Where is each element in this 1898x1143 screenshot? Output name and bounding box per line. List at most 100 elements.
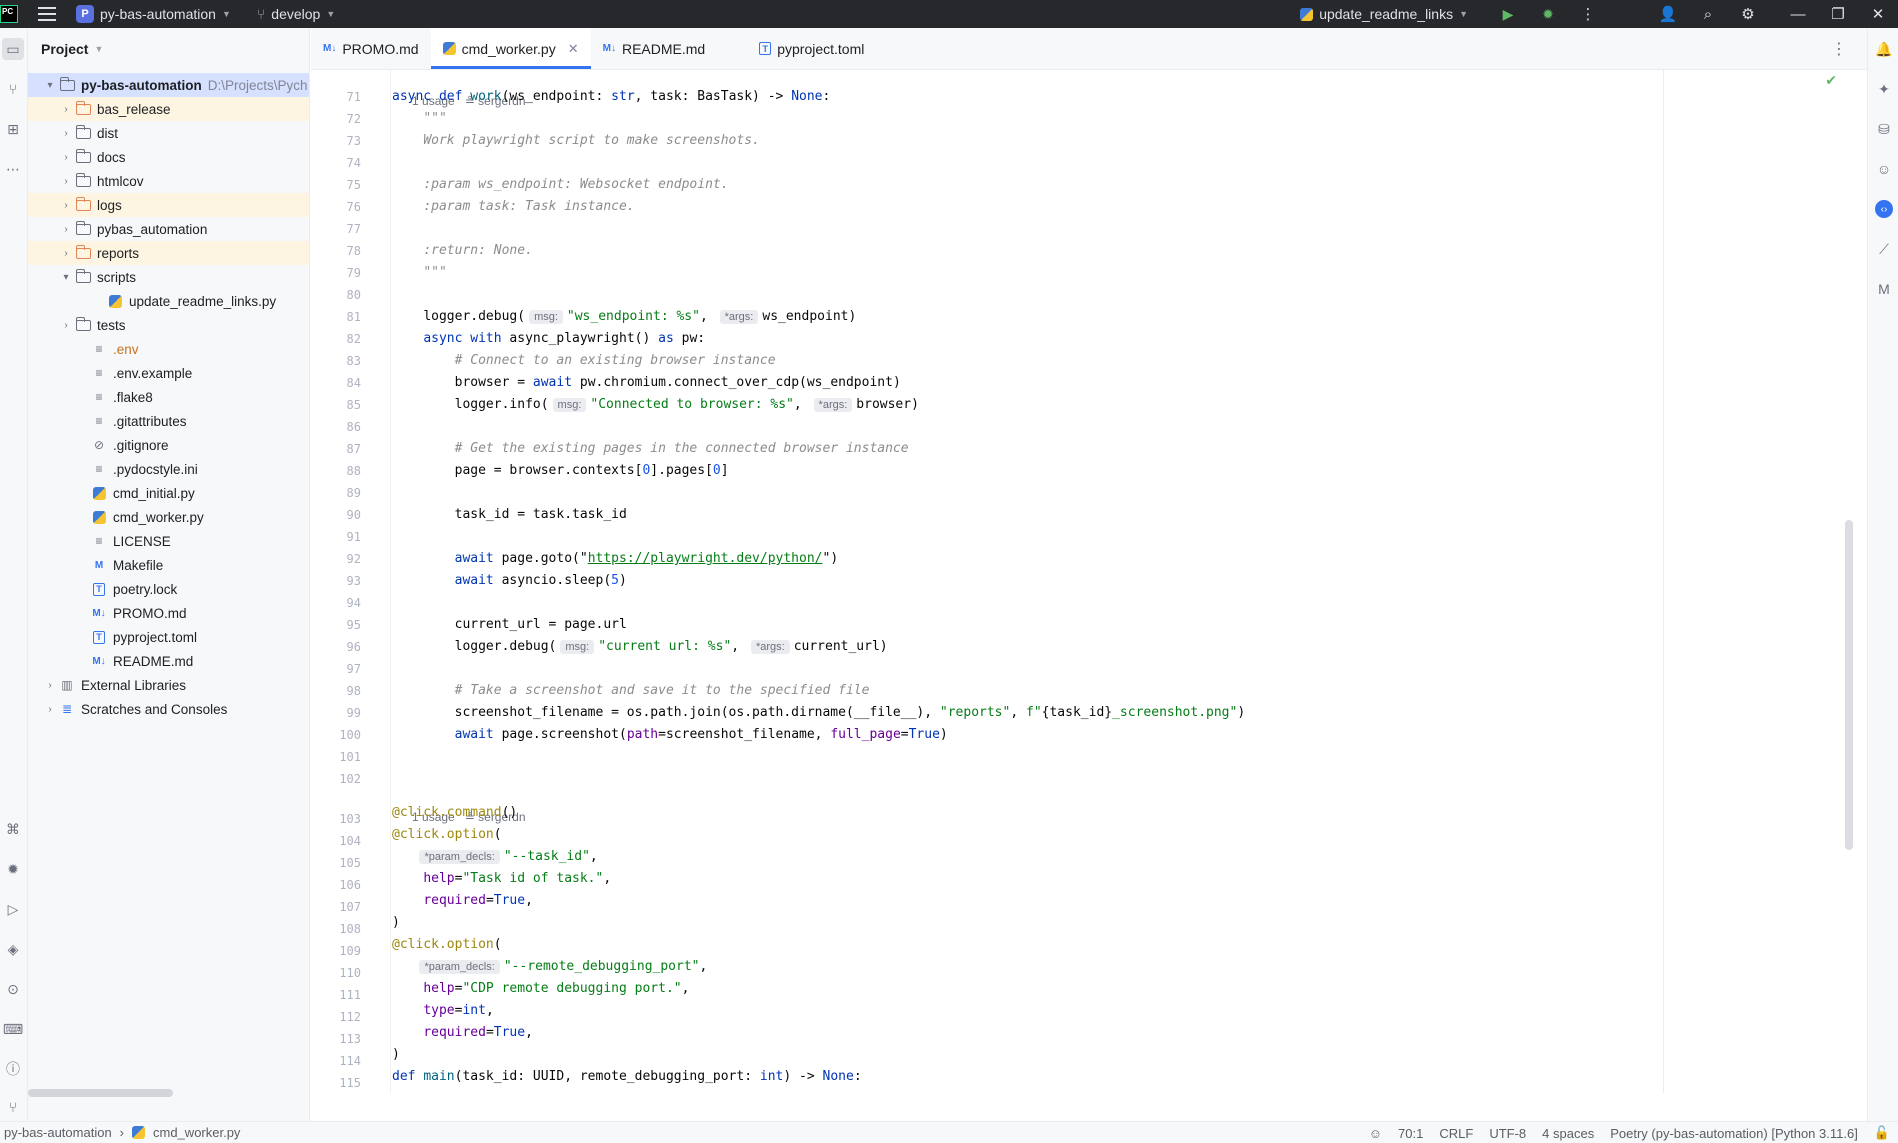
main-menu-icon[interactable] [38, 7, 56, 21]
gear-icon[interactable]: ⚙ [1728, 0, 1768, 28]
search-icon[interactable]: ⌕ [1688, 0, 1728, 28]
tree-item[interactable]: › tests [28, 313, 309, 337]
line-number[interactable]: 78 [347, 244, 361, 258]
tree-item[interactable]: › htmlcov [28, 169, 309, 193]
file-encoding[interactable]: UTF-8 [1489, 1126, 1526, 1141]
line-number[interactable]: 115 [339, 1076, 361, 1090]
line-number[interactable]: 72 [347, 112, 361, 126]
project-tool-icon[interactable]: ▭ [2, 38, 24, 60]
line-number[interactable]: 96 [347, 640, 361, 654]
editor-tab[interactable]: cmd_worker.py ✕ [430, 28, 591, 69]
more-tools-icon[interactable]: ⋯ [2, 158, 24, 180]
line-number[interactable]: 83 [347, 354, 361, 368]
more-tabs-icon[interactable]: ⋮ [1831, 39, 1847, 59]
indent-setting[interactable]: 4 spaces [1542, 1126, 1594, 1141]
line-number[interactable]: 82 [347, 332, 361, 346]
tree-item[interactable]: cmd_worker.py [28, 505, 309, 529]
lock-icon[interactable]: 🔓 [1874, 1125, 1890, 1141]
tree-item[interactable]: › ≣ Scratches and Consoles [28, 697, 309, 721]
tree-item[interactable]: M↓ PROMO.md [28, 601, 309, 625]
tree-item[interactable]: ≡ .env.example [28, 361, 309, 385]
no-problems-check-icon[interactable]: ✔ [1825, 72, 1837, 89]
line-number[interactable]: 93 [347, 574, 361, 588]
line-number[interactable]: 90 [347, 508, 361, 522]
line-number[interactable]: 79 [347, 266, 361, 280]
tree-item[interactable]: › docs [28, 145, 309, 169]
vcs-branch-widget[interactable]: ⑂ develop ▼ [257, 6, 335, 22]
chevron-right-icon[interactable]: › [58, 224, 74, 235]
chevron-right-icon[interactable]: › [42, 704, 58, 715]
line-number[interactable]: 108 [339, 922, 361, 936]
run-config-selector[interactable]: update_readme_links ▼ [1300, 6, 1468, 22]
line-number[interactable]: 111 [339, 988, 361, 1002]
chevron-right-icon[interactable]: › [58, 104, 74, 115]
line-number[interactable]: 80 [347, 288, 361, 302]
line-number[interactable]: 87 [347, 442, 361, 456]
project-switcher[interactable]: P py-bas-automation ▼ [76, 5, 231, 23]
chevron-right-icon[interactable]: › [58, 128, 74, 139]
tree-item[interactable]: ≡ .gitattributes [28, 409, 309, 433]
python-interpreter[interactable]: Poetry (py-bas-automation) [Python 3.11.… [1610, 1126, 1858, 1141]
line-number[interactable]: 100 [339, 728, 361, 742]
terminal-icon[interactable]: ⌨ [2, 1018, 24, 1040]
line-number[interactable]: 84 [347, 376, 361, 390]
breadcrumb-file[interactable]: cmd_worker.py [153, 1125, 240, 1140]
add-user-icon[interactable]: 👤 [1648, 0, 1688, 28]
git-icon[interactable]: ⑂ [2, 1096, 24, 1118]
problems-icon[interactable]: ⓘ [2, 1058, 24, 1080]
line-number[interactable]: 95 [347, 618, 361, 632]
line-number[interactable]: 109 [339, 944, 361, 958]
tree-item[interactable]: update_readme_links.py [28, 289, 309, 313]
tree-item[interactable]: › logs [28, 193, 309, 217]
code-editor[interactable]: 71 72 73 74 75 76 77 78 79 80 81 82 83 84 85 86 87 88 89 90… [311, 70, 1867, 1093]
more-actions-icon[interactable]: ⋮ [1568, 0, 1608, 28]
plugin-icon[interactable]: ✦ [1873, 78, 1895, 100]
line-number[interactable]: 81 [347, 310, 361, 324]
line-number[interactable]: 89 [347, 486, 361, 500]
line-number[interactable]: 103 [339, 812, 361, 826]
line-number[interactable]: 99 [347, 706, 361, 720]
services-icon[interactable]: ⊙ [2, 978, 24, 1000]
tree-item[interactable]: ≡ .pydocstyle.ini [28, 457, 309, 481]
tree-item[interactable]: ▾ scripts [28, 265, 309, 289]
line-number[interactable]: 75 [347, 178, 361, 192]
tree-item[interactable]: M Makefile [28, 553, 309, 577]
line-number[interactable]: 73 [347, 134, 361, 148]
chevron-right-icon[interactable]: › [58, 152, 74, 163]
chevron-right-icon[interactable]: › [58, 176, 74, 187]
editor-tab[interactable]: M↓ PROMO.md [311, 28, 431, 69]
tree-item[interactable]: Tpoetry.lock [28, 577, 309, 601]
line-number[interactable]: 113 [339, 1032, 361, 1046]
line-number[interactable]: 102 [339, 772, 361, 786]
line-separator[interactable]: CRLF [1439, 1126, 1473, 1141]
url-link[interactable]: https://playwright.dev/python/ [588, 551, 823, 566]
chevron-right-icon[interactable]: › [58, 320, 74, 331]
restore-icon[interactable]: ❐ [1818, 0, 1858, 28]
line-number[interactable]: 91 [347, 530, 361, 544]
close-tab-icon[interactable]: ✕ [568, 41, 579, 57]
tree-item[interactable]: › dist [28, 121, 309, 145]
line-number[interactable]: 106 [339, 878, 361, 892]
copilot-icon[interactable]: ☺ [1873, 158, 1895, 180]
line-number[interactable]: 86 [347, 420, 361, 434]
database-icon[interactable]: ⛁ [1873, 118, 1895, 140]
line-number[interactable]: 105 [339, 856, 361, 870]
line-number[interactable]: 101 [339, 750, 361, 764]
tree-item[interactable]: › ▥ External Libraries [28, 673, 309, 697]
ai-assistant-icon[interactable]: ‹› [1875, 200, 1893, 218]
editor-tab[interactable]: M↓ README.md [591, 28, 718, 69]
minimize-icon[interactable]: — [1778, 0, 1818, 28]
tree-item[interactable]: M↓ README.md [28, 649, 309, 673]
chevron-down-icon[interactable]: ▾ [42, 80, 58, 91]
chevron-down-icon[interactable]: ▾ [58, 272, 74, 283]
chevron-right-icon[interactable]: › [58, 248, 74, 259]
debug-icon[interactable]: ✹ [1528, 0, 1568, 28]
tree-item[interactable]: › reports [28, 241, 309, 265]
line-number[interactable]: 92 [347, 552, 361, 566]
line-number[interactable]: 74 [347, 156, 361, 170]
line-number[interactable]: 71 [347, 90, 361, 104]
profiler-icon[interactable]: ⟋ [1873, 238, 1895, 260]
chevron-right-icon[interactable]: › [58, 200, 74, 211]
tree-item[interactable]: Tpyproject.toml [28, 625, 309, 649]
tree-item[interactable]: ≡ LICENSE [28, 529, 309, 553]
